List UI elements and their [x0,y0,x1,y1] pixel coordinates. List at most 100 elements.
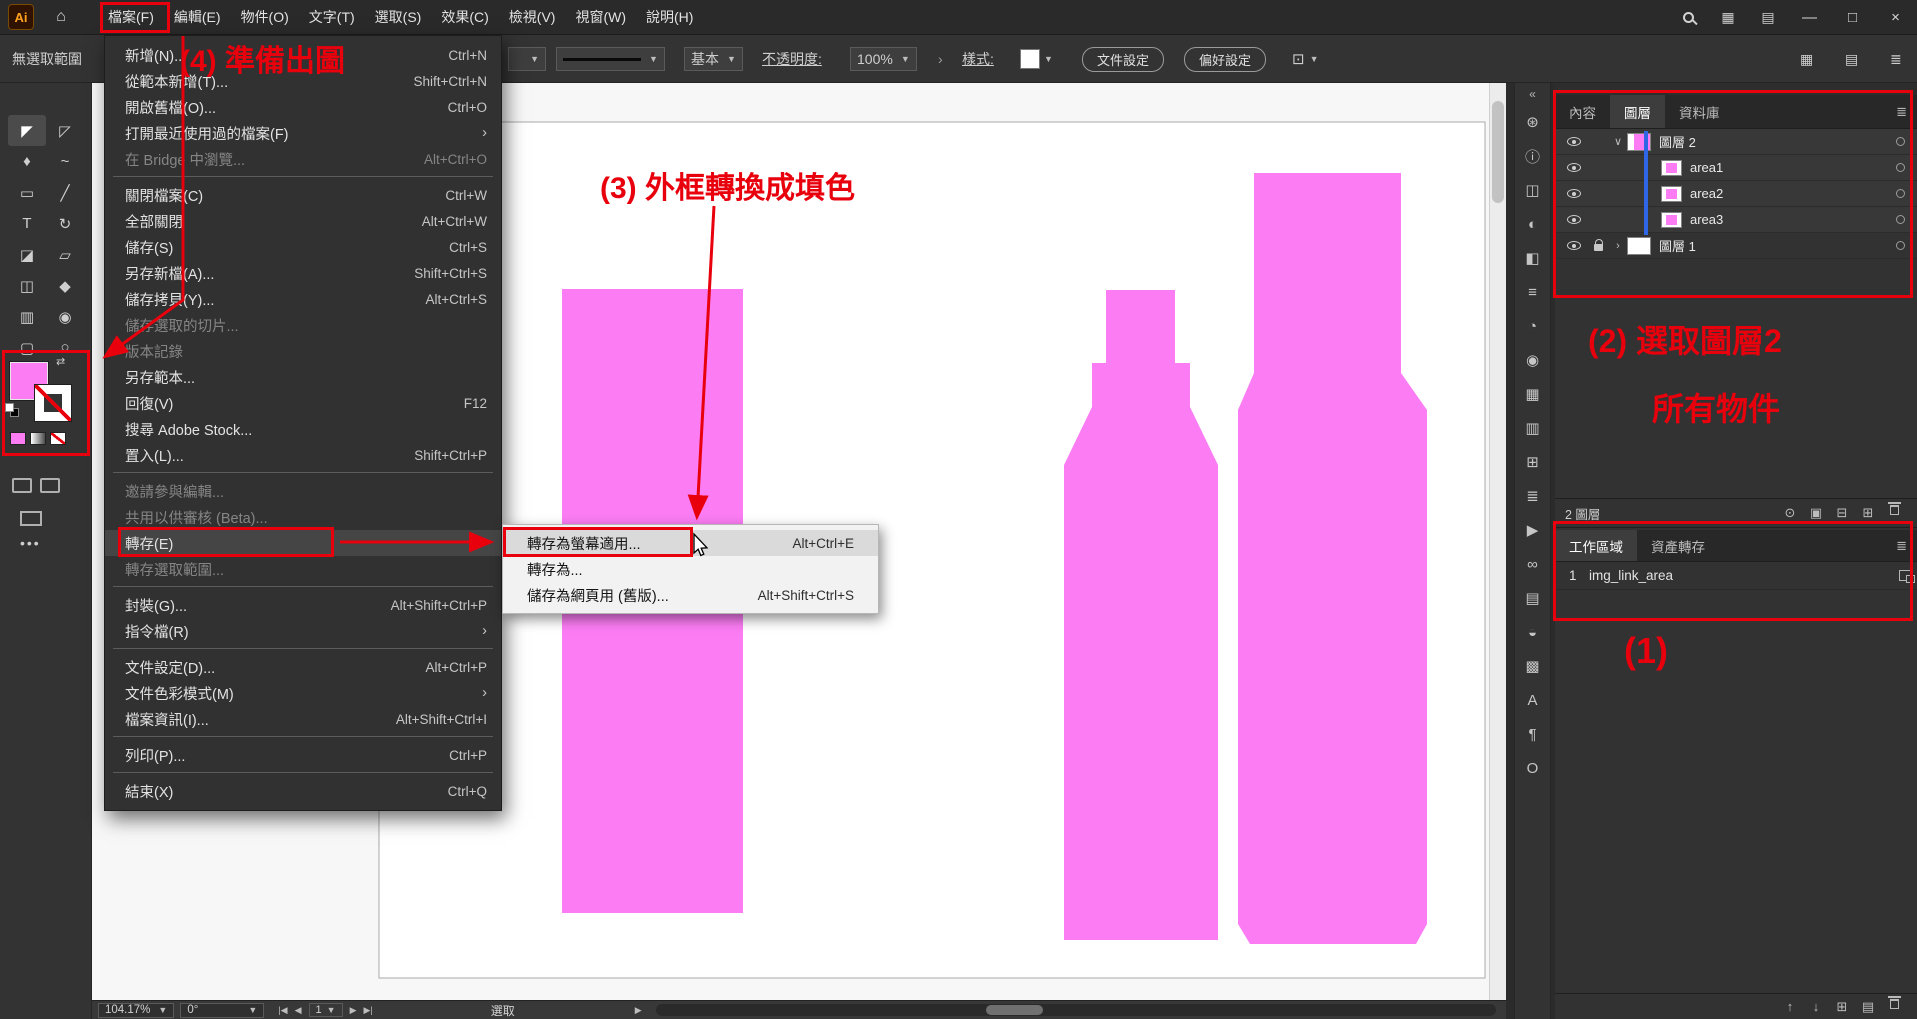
swap-fill-stroke-icon[interactable]: ⇄ [56,355,65,368]
menubar-item[interactable]: 效果(C) [431,0,498,34]
first-artboard-icon[interactable]: |◀ [278,1005,287,1016]
search-icon[interactable] [1668,0,1708,35]
panel-tab[interactable]: 內容 [1555,95,1610,128]
panel-tab[interactable]: 圖層 [1610,95,1665,128]
layer-name[interactable]: area2 [1690,186,1723,201]
actions-panel-icon[interactable]: ▶ [1514,513,1551,547]
character-panel-icon[interactable]: A [1514,683,1551,717]
artboard-row[interactable]: 1 img_link_area [1555,562,1917,590]
visibility-toggle[interactable] [1561,241,1587,250]
menubar-item[interactable]: 文字(T) [299,0,365,34]
panel-tab[interactable]: 資產轉存 [1637,530,1719,561]
info-panel-icon[interactable]: ⓘ [1514,139,1551,173]
opacity-expand-icon[interactable]: › [938,35,943,83]
zoom-level-dropdown[interactable]: 104.17%▼ [98,1003,174,1018]
home-icon[interactable]: ⌂ [50,8,72,26]
tool-button[interactable]: ◤ [8,115,46,146]
file-menu-item[interactable]: 轉存(E) › [105,530,501,556]
document-setup-button[interactable]: 文件設定 [1082,35,1164,83]
file-menu-item[interactable]: 檔案資訊(I)... Alt+Shift+Ctrl+I [105,706,501,732]
collapse-panels-icon[interactable]: « [1529,83,1536,105]
file-menu-item[interactable]: 邀請參與編輯... [105,478,501,504]
rotation-dropdown[interactable]: 0°▼ [180,1003,264,1018]
move-down-icon[interactable]: ↓ [1803,999,1829,1015]
submenu-item[interactable]: 轉存為... [503,556,878,582]
layer-row[interactable]: ∨ 圖層 2 [1555,129,1917,155]
horizontal-scrollbar[interactable] [656,1004,1496,1016]
target-circle-icon[interactable] [1896,215,1905,224]
screen-mode-icon[interactable] [20,511,42,526]
target-circle-icon[interactable] [1896,163,1905,172]
preferences-button[interactable]: 偏好設定 [1184,35,1266,83]
file-menu-item[interactable]: 文件色彩模式(M) › [105,680,501,706]
panel-tab[interactable]: 資料庫 [1665,95,1734,128]
file-menu-item[interactable]: 列印(P)... Ctrl+P [105,742,501,768]
visibility-toggle[interactable] [1561,163,1587,172]
file-menu-item[interactable]: 新增(N)... Ctrl+N [105,42,501,68]
delete-artboard-icon[interactable] [1881,999,1907,1015]
artboard-name[interactable]: img_link_area [1589,568,1673,583]
stroke-weight-dropdown[interactable]: ▼ [508,35,546,83]
status-expand-icon[interactable]: ▶ [635,1005,642,1016]
delete-layer-icon[interactable] [1881,505,1907,521]
tool-button[interactable]: T [8,208,46,239]
target-circle-icon[interactable] [1896,241,1905,250]
file-menu-item[interactable]: 從範本新增(T)... Shift+Ctrl+N [105,68,501,94]
restore-button[interactable]: □ [1831,0,1874,35]
stroke-color-swatch[interactable] [34,384,72,422]
default-fill-stroke-icon[interactable] [5,403,21,419]
new-artboard-icon[interactable]: ⊞ [1829,999,1855,1015]
layer-row[interactable]: area3 [1555,207,1917,233]
appearance-panel-icon[interactable]: ◐ [1514,207,1551,241]
align-panel-icon[interactable]: ≣ [1514,479,1551,513]
tool-button[interactable]: ╱ [46,177,84,208]
menubar-item[interactable]: 檢視(V) [499,0,566,34]
tool-button[interactable]: ◫ [8,270,46,301]
panel-tab[interactable]: 工作區域 [1555,530,1637,561]
minimize-button[interactable]: — [1788,0,1831,35]
layer-name[interactable]: 圖層 1 [1659,236,1696,255]
tool-button[interactable]: ▢ [8,332,46,363]
tool-button[interactable]: ▥ [8,301,46,332]
paragraph-panel-icon[interactable]: ¶ [1514,717,1551,751]
swatches-panel-icon[interactable]: ▩ [1514,649,1551,683]
tool-button[interactable]: ◉ [46,301,84,332]
file-menu-item[interactable]: 封裝(G)... Alt+Shift+Ctrl+P [105,592,501,618]
artboard-icon[interactable] [1899,570,1913,581]
layer-row[interactable]: › 圖層 1 [1555,233,1917,259]
gradient-mode-button[interactable] [30,432,46,445]
visibility-toggle[interactable] [1561,137,1587,146]
properties-panel-icon[interactable]: ⊛ [1514,105,1551,139]
vertical-scrollbar-thumb[interactable] [1492,101,1504,203]
artboards-panel-icon[interactable]: ◫ [1514,173,1551,207]
menubar-item[interactable]: 選取(S) [365,0,432,34]
locate-object-icon[interactable]: ⊙ [1777,505,1803,521]
menubar-item[interactable]: 編輯(E) [164,0,231,34]
workflow-icon[interactable]: ▤ [1845,35,1858,83]
file-menu-item[interactable]: 全部關閉 Alt+Ctrl+W [105,208,501,234]
tool-button[interactable]: ♦ [8,146,46,177]
none-mode-button[interactable] [50,432,66,445]
last-artboard-icon[interactable]: ▶| [363,1005,372,1016]
move-up-icon[interactable]: ↑ [1777,999,1803,1015]
panel-grip[interactable] [1555,83,1917,95]
file-menu-item[interactable]: 轉存選取範圍... [105,556,501,582]
panel-menu-icon[interactable]: ≣ [1896,95,1917,128]
layer-name[interactable]: area1 [1690,160,1723,175]
new-layer-icon[interactable]: ⊞ [1855,505,1881,521]
links-panel-icon[interactable]: ∞ [1514,547,1551,581]
color-panel-icon[interactable]: ◒ [1514,615,1551,649]
file-menu-item[interactable]: 另存範本... [105,364,501,390]
app-logo[interactable]: Ai [8,4,34,30]
tool-button[interactable]: ◆ [46,270,84,301]
file-menu-item[interactable]: 另存新檔(A)... Shift+Ctrl+S [105,260,501,286]
target-circle-icon[interactable] [1896,189,1905,198]
draw-behind-icon[interactable] [40,478,60,493]
pattern-panel-icon[interactable]: ▦ [1514,377,1551,411]
menubar-item[interactable]: 物件(O) [231,0,299,34]
vertical-scrollbar[interactable] [1489,83,1506,1000]
tool-button[interactable]: ▭ [8,177,46,208]
close-button[interactable]: × [1874,0,1917,35]
file-menu-item[interactable]: 搜尋 Adobe Stock... [105,416,501,442]
next-artboard-icon[interactable]: ▶ [350,1005,357,1016]
